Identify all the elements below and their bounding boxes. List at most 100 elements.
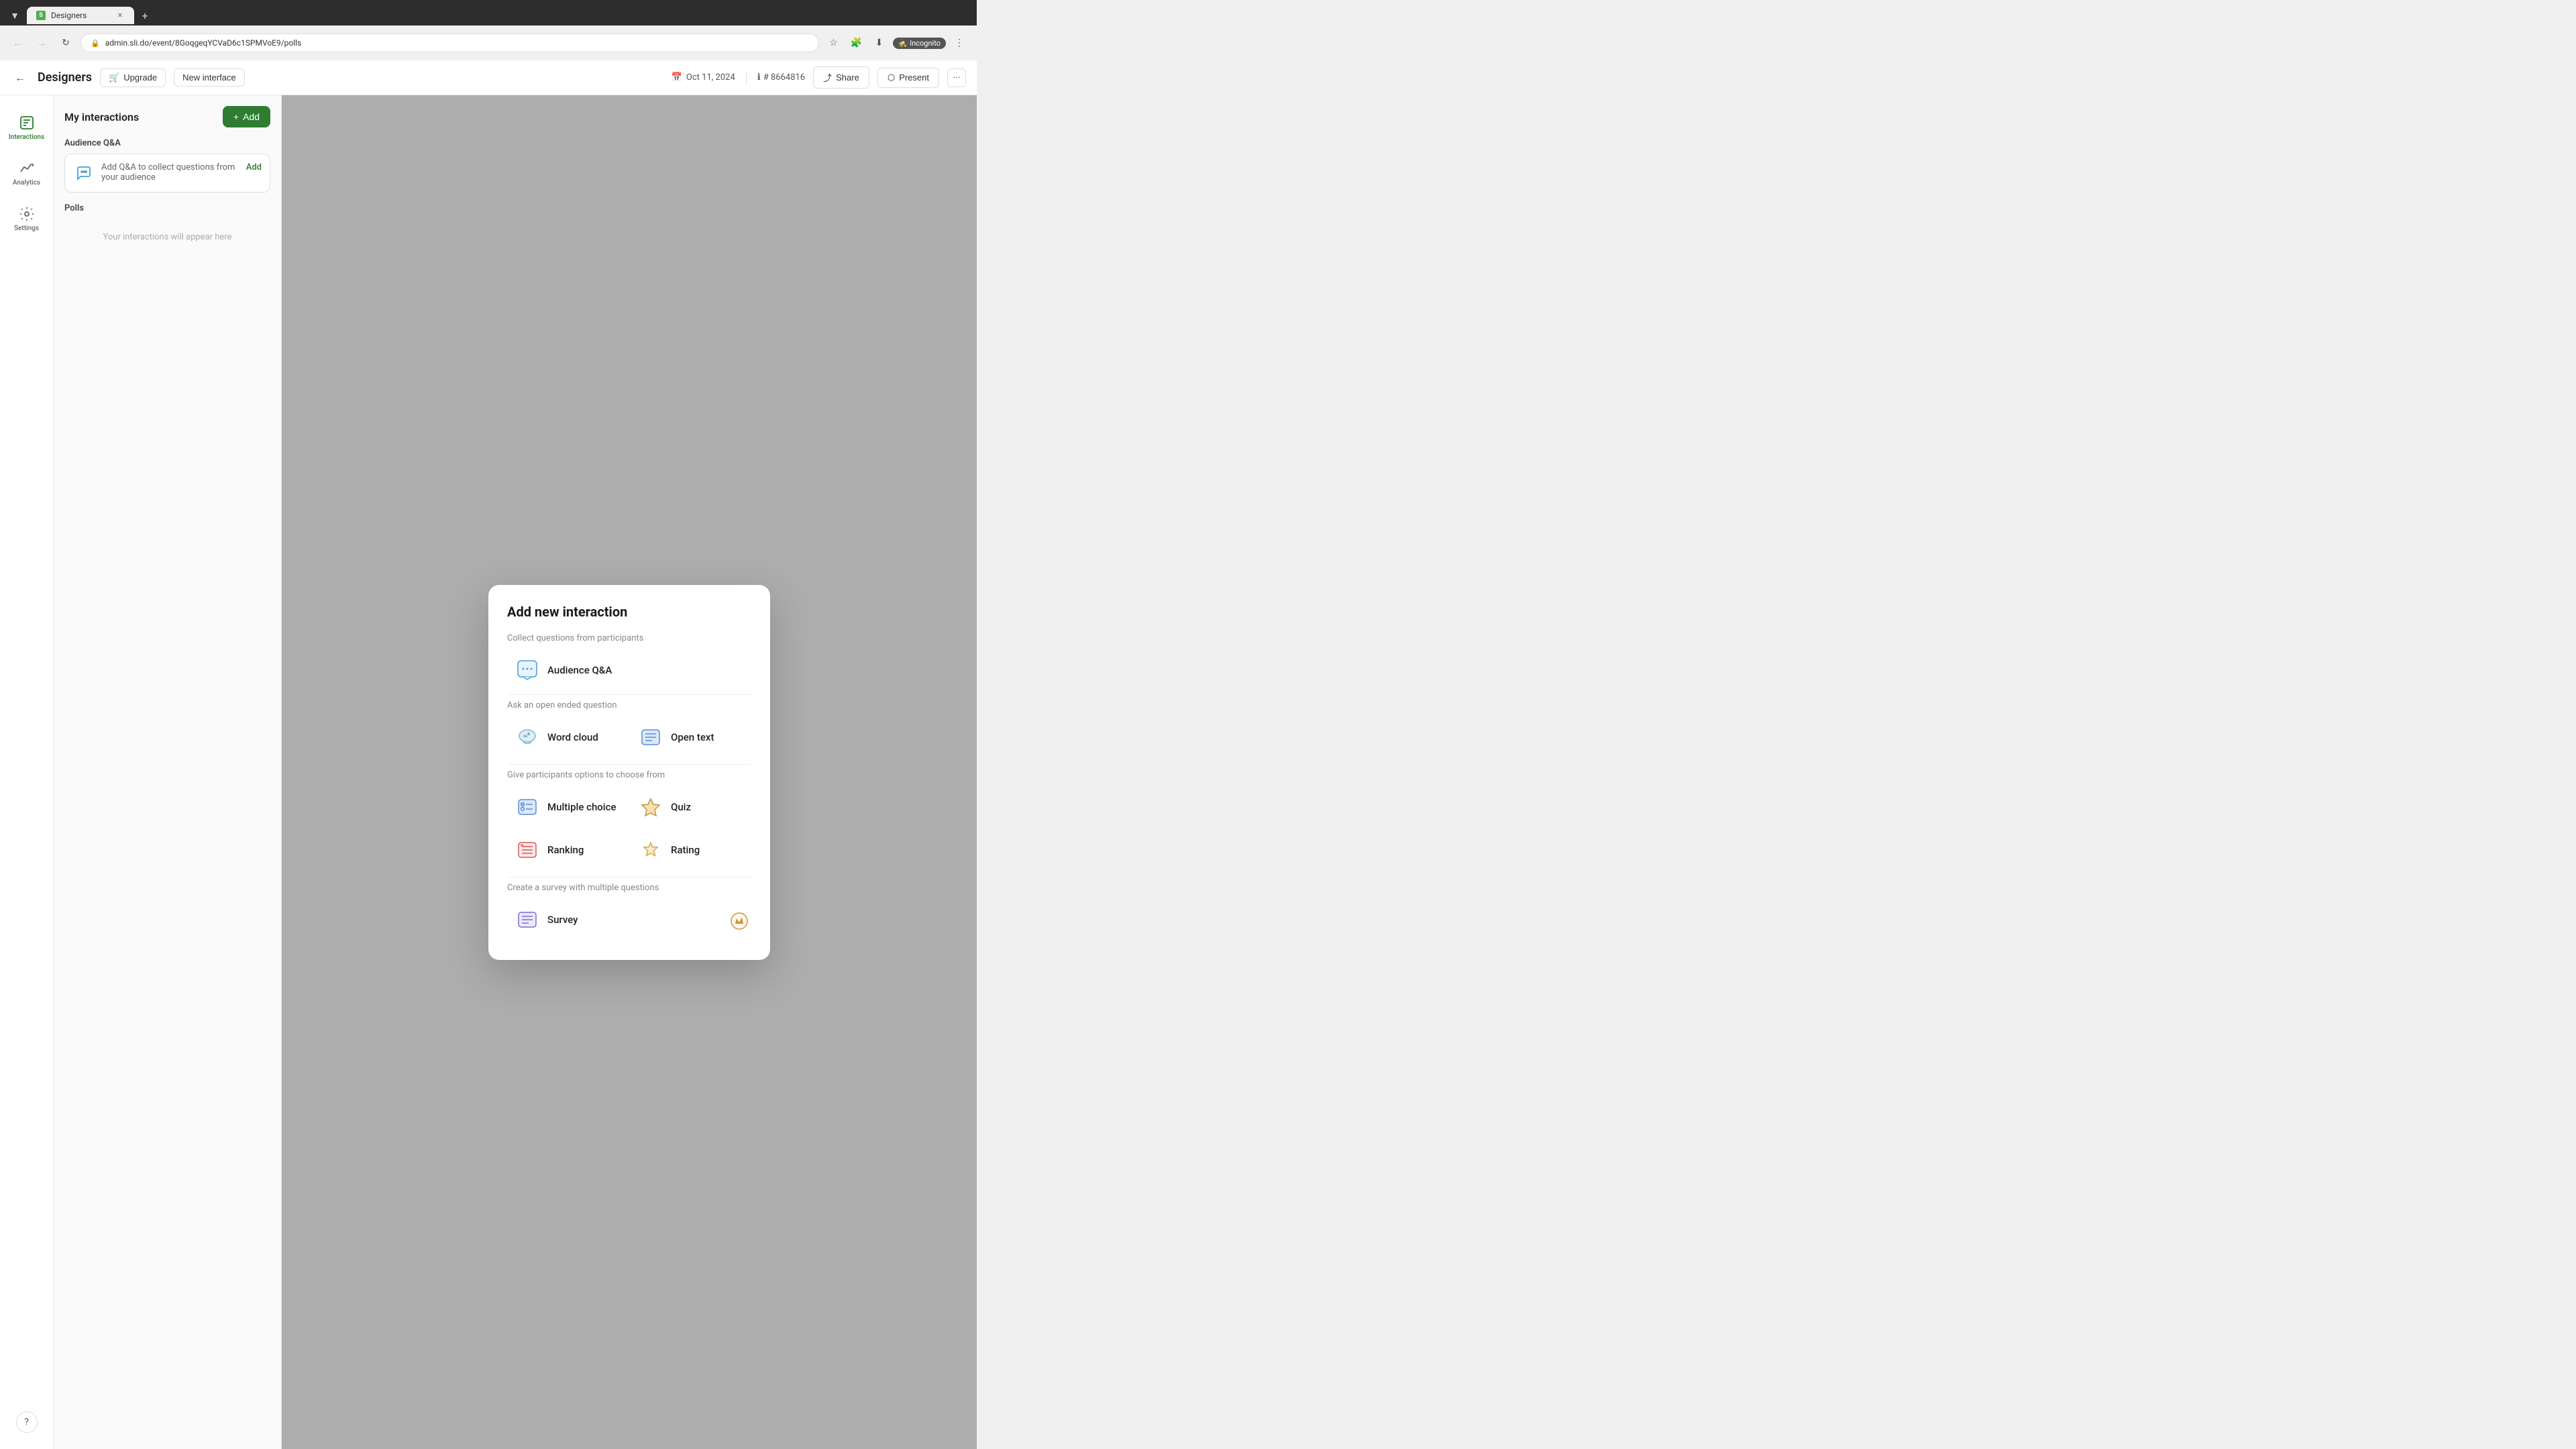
incognito-label: Incognito (910, 39, 941, 48)
forward-nav-btn[interactable]: → (32, 34, 51, 52)
interactions-icon (19, 115, 35, 131)
address-bar[interactable]: 🔒 admin.sli.do/event/8GoqgeqYCVaD6c1SPMV… (80, 34, 819, 52)
content-area: Start from scratch by clicking on + + Ad… (282, 95, 977, 1449)
rating-option[interactable]: Rating (631, 831, 751, 869)
browser-tabs: ▼ S Designers ✕ + (0, 0, 977, 25)
nav-right-actions: ☆ 🧩 ⬇ 🕵 Incognito ⋮ (824, 34, 969, 52)
more-options-btn[interactable]: ··· (947, 68, 966, 87)
audience-qa-section: Audience Q&A Add Q&A to collect question… (54, 133, 281, 198)
panel-add-btn[interactable]: + Add (223, 106, 270, 127)
multiple-choice-label: Multiple choice (547, 801, 616, 813)
help-btn[interactable]: ? (16, 1411, 38, 1433)
active-tab[interactable]: S Designers ✕ (27, 7, 134, 24)
bookmark-btn[interactable]: ☆ (824, 34, 843, 52)
open-ended-row: Aa a Word cloud (507, 718, 751, 759)
rating-label: Rating (671, 844, 700, 856)
open-text-option[interactable]: Open text (631, 718, 751, 756)
word-cloud-label: Word cloud (547, 731, 598, 743)
ranking-option[interactable]: Ranking (507, 831, 628, 869)
refresh-btn[interactable]: ↻ (56, 34, 75, 52)
extensions-btn[interactable]: 🧩 (847, 34, 866, 52)
divider (746, 71, 747, 85)
panel-header: My interactions + Add (54, 95, 281, 133)
interactions-label: Interactions (9, 133, 44, 141)
header-id: ℹ # 8664816 (757, 72, 805, 83)
survey-option[interactable]: Survey (507, 901, 719, 938)
quiz-option[interactable]: Quiz (631, 788, 751, 826)
multiple-choice-option[interactable]: Multiple choice (507, 788, 628, 826)
open-text-label: Open text (671, 731, 714, 743)
menu-btn[interactable]: ⋮ (950, 34, 969, 52)
options-row-2: Ranking Rating (507, 831, 751, 871)
date-text: Oct 11, 2024 (686, 72, 735, 83)
sidebar-item-settings[interactable]: Settings (5, 197, 48, 240)
premium-icon (727, 909, 751, 933)
present-btn[interactable]: ⬡ Present (877, 68, 939, 88)
share-btn[interactable]: ⤴ Share (813, 66, 869, 89)
divider-1 (507, 694, 751, 695)
plus-icon: + (233, 111, 239, 122)
app-container: ← Designers 🛒 Upgrade New interface 📅 Oc… (0, 60, 977, 1449)
ask-label: Ask an open ended question (507, 700, 751, 710)
polls-section: Polls Your interactions will appear here (54, 198, 281, 261)
sidebar: Interactions Analytics Settings ? (0, 95, 54, 1449)
incognito-badge: 🕵 Incognito (893, 38, 947, 49)
tab-title: Designers (51, 11, 87, 20)
analytics-label: Analytics (13, 179, 40, 186)
download-btn[interactable]: ⬇ (870, 34, 889, 52)
rating-icon (639, 838, 663, 862)
browser-nav: ← → ↻ 🔒 admin.sli.do/event/8GoqgeqYCVaD6… (0, 25, 977, 60)
svg-text:a: a (527, 731, 530, 737)
audience-qa-option[interactable]: Audience Q&A (507, 651, 751, 689)
divider-2 (507, 764, 751, 765)
analytics-icon (19, 160, 35, 176)
tab-close-btn[interactable]: ✕ (115, 11, 125, 20)
app-header: ← Designers 🛒 Upgrade New interface 📅 Oc… (0, 60, 977, 95)
back-nav-btn[interactable]: ← (8, 34, 27, 52)
present-icon: ⬡ (888, 72, 895, 83)
share-icon: ⤴ (823, 71, 832, 84)
choose-label: Give participants options to choose from (507, 770, 751, 780)
upgrade-label: Upgrade (123, 72, 157, 83)
back-btn[interactable]: ← (11, 68, 30, 87)
ranking-label: Ranking (547, 844, 584, 856)
event-id-text: # 8664816 (763, 72, 805, 83)
new-tab-btn[interactable]: + (137, 7, 153, 23)
sidebar-item-analytics[interactable]: Analytics (5, 152, 48, 195)
modal-overlay[interactable]: Add new interaction Collect questions fr… (282, 95, 977, 1449)
quiz-label: Quiz (671, 801, 691, 813)
url-text: admin.sli.do/event/8GoqgeqYCVaD6c1SPMVoE… (105, 38, 302, 48)
app-title: Designers (38, 70, 92, 85)
panel-title: My interactions (64, 111, 217, 123)
word-cloud-option[interactable]: Aa a Word cloud (507, 718, 628, 756)
upgrade-btn[interactable]: 🛒 Upgrade (100, 68, 166, 87)
multiple-choice-icon (515, 795, 539, 819)
qa-add-btn[interactable]: Add (246, 162, 262, 172)
upgrade-icon: 🛒 (109, 72, 119, 83)
qa-description: Add Q&A to collect questions from your a… (101, 162, 239, 182)
empty-polls-text: Your interactions will appear here (64, 219, 270, 256)
survey-icon (515, 908, 539, 932)
qa-text-content: Add Q&A to collect questions from your a… (101, 162, 239, 182)
collect-label: Collect questions from participants (507, 633, 751, 643)
present-label: Present (899, 72, 929, 83)
quiz-icon (639, 795, 663, 819)
settings-label: Settings (14, 225, 39, 232)
audience-qa-title: Audience Q&A (64, 138, 270, 148)
settings-icon (19, 206, 35, 222)
tab-favicon: S (36, 11, 46, 20)
word-cloud-icon: Aa a (515, 725, 539, 749)
qa-card[interactable]: Add Q&A to collect questions from your a… (64, 154, 270, 193)
tab-list-btn[interactable]: ▼ (5, 6, 24, 25)
add-interaction-modal: Add new interaction Collect questions fr… (488, 585, 770, 960)
new-interface-btn[interactable]: New interface (174, 68, 244, 87)
qa-card-icon (73, 162, 95, 184)
audience-qa-label: Audience Q&A (547, 664, 612, 676)
open-text-icon (639, 725, 663, 749)
calendar-icon: 📅 (672, 72, 682, 83)
survey-label: Create a survey with multiple questions (507, 883, 751, 893)
sidebar-item-interactions[interactable]: Interactions (5, 106, 48, 149)
share-label: Share (836, 72, 859, 83)
main-content: Interactions Analytics Settings ? (0, 95, 977, 1449)
new-interface-label: New interface (182, 72, 235, 83)
